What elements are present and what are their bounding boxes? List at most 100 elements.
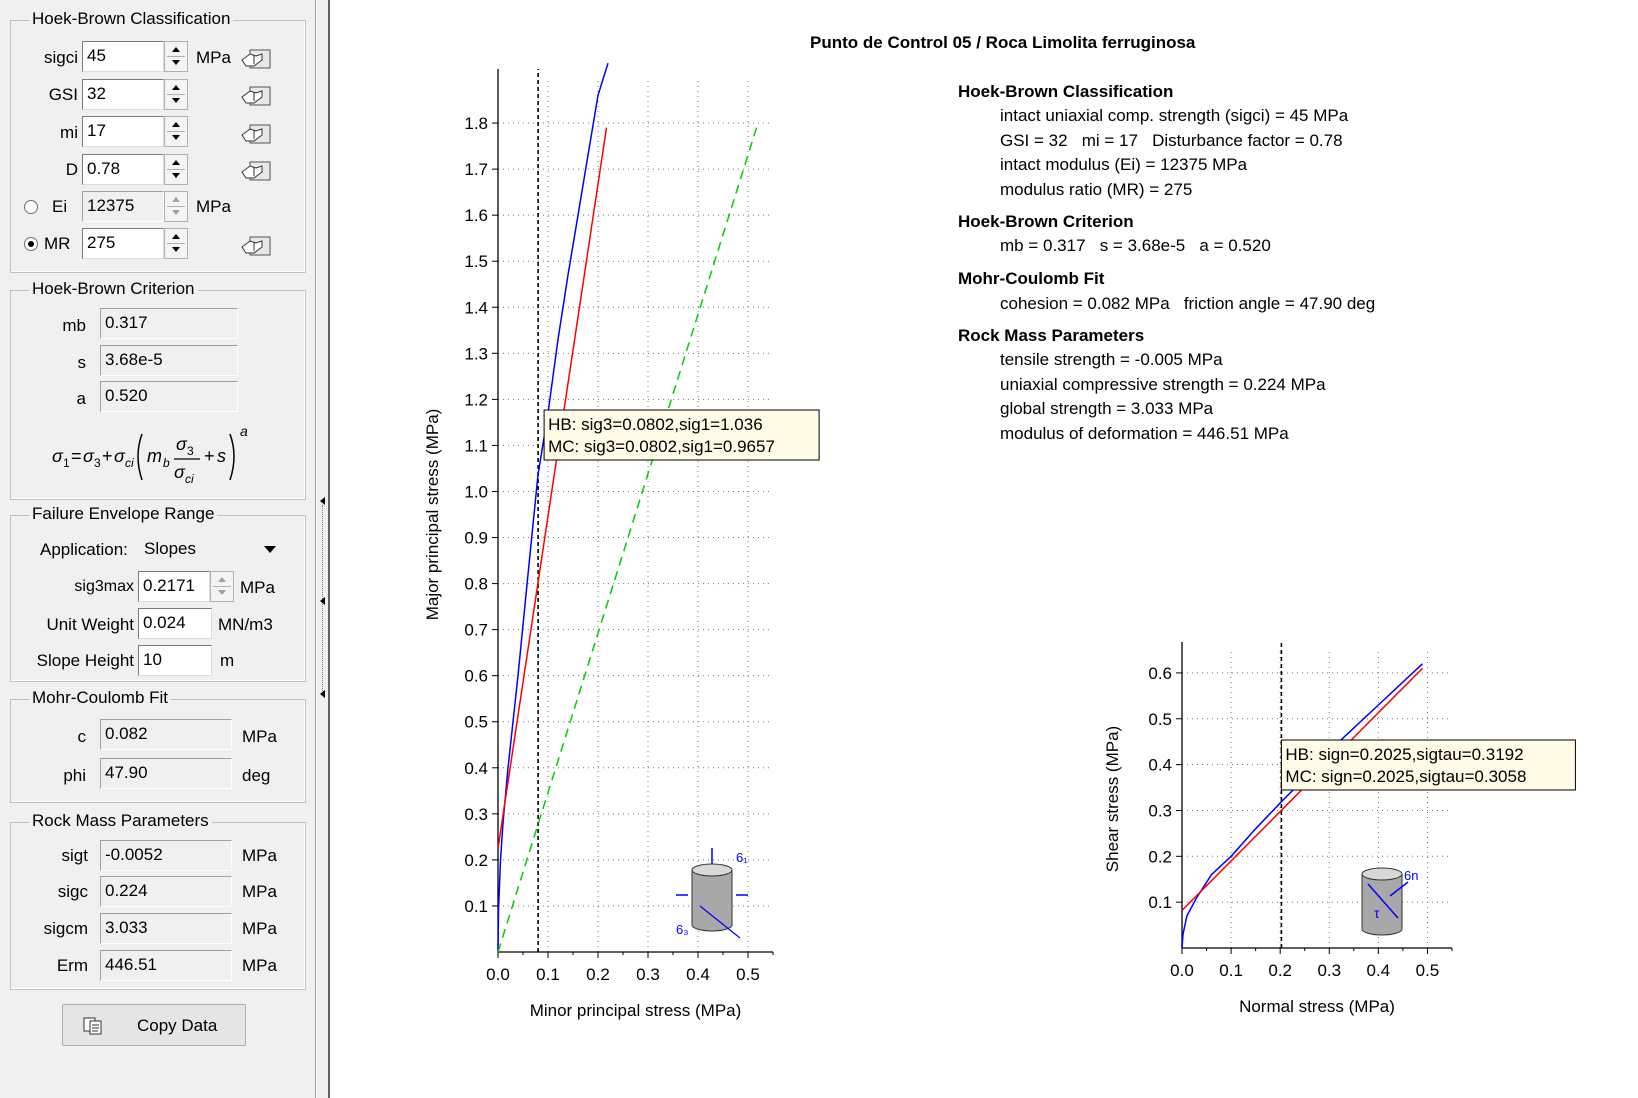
svg-text:3: 3: [94, 456, 101, 470]
sigci-input[interactable]: 45: [82, 41, 164, 72]
d-spinner[interactable]: [164, 154, 188, 185]
x-tick-label: 0.5: [1416, 961, 1440, 980]
ei-radio[interactable]: [24, 200, 38, 214]
mi-spinner[interactable]: [164, 116, 188, 147]
gsi-spinner[interactable]: [164, 79, 188, 110]
y-tick-label: 0.5: [464, 713, 488, 732]
y-tick-label: 0.3: [1148, 801, 1172, 820]
sigci-spinner[interactable]: [164, 41, 188, 72]
info-heading-hb-criterion: Hoek-Brown Criterion: [958, 212, 1134, 231]
stress-label: 6₃: [676, 922, 689, 937]
sig3max-spinner[interactable]: [210, 571, 234, 602]
x-tick-label: 0.4: [1367, 961, 1391, 980]
svg-text:b: b: [163, 456, 170, 470]
c-label: c: [77, 727, 87, 746]
slope-height-input[interactable]: 10: [138, 645, 212, 676]
ei-input[interactable]: 12375: [82, 191, 164, 222]
svg-text:+: +: [204, 446, 215, 466]
mr-pick-icon[interactable]: [240, 231, 276, 259]
ei-label: Ei: [52, 197, 68, 216]
d-input[interactable]: 0.78: [82, 154, 164, 185]
sigt-value: -0.0052: [100, 840, 232, 871]
y-tick-label: 1.4: [464, 298, 488, 317]
specimen-icon: [691, 863, 733, 877]
s-label: s: [77, 353, 87, 372]
copy-data-button[interactable]: Copy Data: [62, 1004, 246, 1046]
plot-area: Punto de Control 05 / Roca Limolita ferr…: [330, 0, 1638, 1098]
collapse-arrow-icon[interactable]: [320, 497, 325, 505]
tooltip-line: HB: sig3=0.0802,sig1=1.036: [548, 415, 763, 434]
c-unit: MPa: [242, 727, 277, 746]
x-tick-label: 0.1: [1219, 961, 1243, 980]
sigci-pick-icon[interactable]: [240, 44, 276, 72]
gsi-pick-icon[interactable]: [240, 81, 276, 109]
plot-title: Punto de Control 05 / Roca Limolita ferr…: [810, 33, 1196, 52]
y-tick-label: 0.3: [464, 805, 488, 824]
sigc-label: sigc: [57, 882, 88, 901]
collapse-arrow-icon[interactable]: [320, 597, 325, 605]
unit-weight-unit: MN/m3: [218, 615, 273, 634]
copy-data-label: Copy Data: [137, 1016, 218, 1035]
mi-pick-icon[interactable]: [240, 119, 276, 147]
unit-weight-label: Unit Weight: [46, 615, 134, 634]
application-select[interactable]: Slopes: [142, 534, 282, 564]
svg-text:a: a: [240, 423, 248, 439]
svg-text:1: 1: [63, 456, 70, 470]
unit-weight-input[interactable]: 0.024: [138, 608, 212, 639]
x-tick-label: 0.3: [1317, 961, 1341, 980]
y-tick-label: 0.8: [464, 575, 488, 594]
mr-input[interactable]: 275: [82, 228, 164, 259]
series-hb-line: [497, 62, 609, 953]
svg-text:m: m: [147, 446, 162, 466]
d-pick-icon[interactable]: [240, 156, 276, 184]
sigci-unit: MPa: [196, 48, 231, 67]
rock-mass-title: Rock Mass Parameters: [29, 811, 212, 831]
y-tick-label: 0.7: [464, 621, 488, 640]
sigcm-unit: MPa: [242, 919, 277, 938]
specimen-icon: [692, 870, 732, 925]
y-tick-label: 1.5: [464, 252, 488, 271]
x-tick-label: 0.2: [586, 965, 610, 984]
slope-height-label: Slope Height: [36, 651, 134, 670]
x-tick-label: 0.4: [686, 965, 710, 984]
x-tick-label: 0.5: [736, 965, 760, 984]
tooltip-line: HB: sign=0.2025,sigtau=0.3192: [1285, 745, 1523, 764]
info-line: intact modulus (Ei) = 12375 MPa: [1000, 155, 1248, 174]
mi-input[interactable]: 17: [82, 116, 164, 147]
x-tick-label: 0.0: [486, 965, 510, 984]
series-mc-line: [497, 127, 608, 849]
y-axis-label: Major principal stress (MPa): [423, 409, 442, 621]
y-tick-label: 0.2: [1148, 847, 1172, 866]
c-value: 0.082: [100, 719, 232, 750]
copy-icon: [83, 1017, 102, 1035]
info-line: modulus ratio (MR) = 275: [1000, 180, 1193, 199]
svg-text:s: s: [217, 446, 226, 466]
x-tick-label: 0.0: [1170, 961, 1194, 980]
y-tick-label: 1.2: [464, 390, 488, 409]
y-axis-label: Shear stress (MPa): [1103, 726, 1122, 872]
svg-text:+: +: [102, 446, 113, 466]
svg-text:ci: ci: [185, 472, 194, 486]
info-line: intact uniaxial comp. strength (sigci) =…: [1000, 106, 1349, 125]
stress-label: τ: [1374, 905, 1380, 921]
mr-radio[interactable]: [24, 237, 38, 251]
principal-stress-chart[interactable]: 0.0 0.1 0.2 0.3 0.4 0.5 0.1 0.2 0.3 0.4 0.5 0.6 0.7 0…: [420, 60, 820, 1040]
sigc-unit: MPa: [242, 882, 277, 901]
erm-value: 446.51: [100, 950, 232, 981]
x-axis-label: Minor principal stress (MPa): [530, 1001, 742, 1020]
mr-spinner[interactable]: [164, 228, 188, 259]
y-tick-label: 1.3: [464, 344, 488, 363]
collapse-arrow-icon[interactable]: [320, 690, 325, 698]
tooltip-line: MC: sig3=0.0802,sig1=0.9657: [548, 437, 775, 456]
ei-spinner[interactable]: [164, 191, 188, 222]
x-axis-label: Normal stress (MPa): [1239, 997, 1395, 1016]
gsi-label: GSI: [48, 85, 78, 104]
sigcm-label: sigcm: [43, 919, 88, 938]
sig3max-unit: MPa: [240, 578, 275, 597]
sig3max-input[interactable]: 0.2171: [138, 571, 210, 602]
shear-stress-chart[interactable]: 0.0 0.1 0.2 0.3 0.4 0.5 0.1 0.2 0.3 0.4 0.5 0.6 Norm…: [1100, 630, 1638, 1040]
panel-splitter[interactable]: [316, 0, 330, 1098]
gsi-input[interactable]: 32: [82, 79, 164, 110]
mb-label: mb: [62, 316, 86, 335]
a-value: 0.520: [100, 381, 238, 412]
